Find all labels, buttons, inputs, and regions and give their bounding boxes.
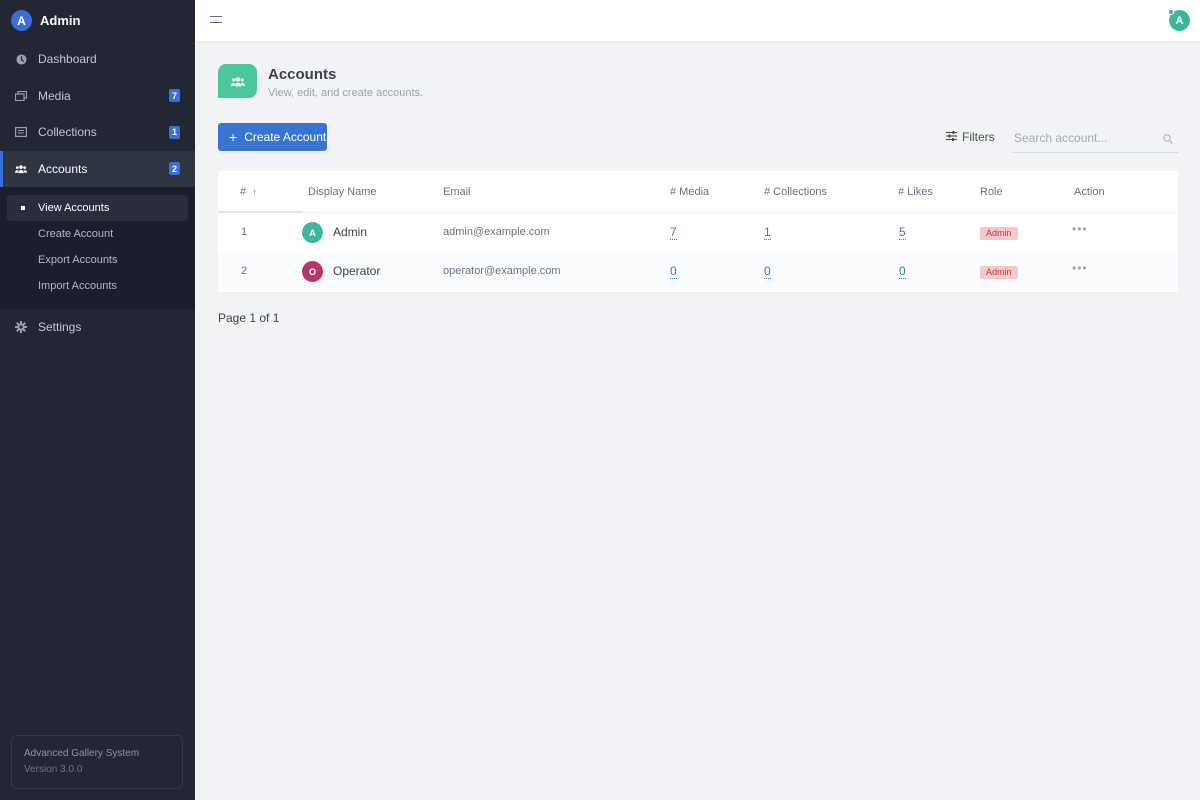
sidebar-item-label: Settings [38, 320, 82, 335]
active-dot-icon [21, 206, 25, 210]
media-count-badge: 7 [168, 89, 180, 103]
sidebar-item-label: Collections [38, 125, 97, 140]
media-count-link[interactable]: 0 [670, 265, 677, 279]
user-initial: A [1175, 14, 1184, 27]
sidebar-item-dashboard[interactable]: Dashboard [0, 41, 195, 78]
sidebar-item-media[interactable]: Media 7 [0, 78, 195, 115]
accounts-count-badge: 2 [168, 162, 180, 176]
avatar: O [302, 261, 323, 282]
display-name[interactable]: Operator [333, 264, 380, 278]
column-header-id[interactable]: # ↑ [240, 186, 257, 198]
sort-ascending-icon: ↑ [252, 187, 257, 197]
table-header: # ↑ Display Name Email # Media # Collect… [218, 171, 1178, 213]
submenu-item-label: View Accounts [38, 202, 110, 214]
more-actions-icon[interactable]: ••• [1072, 261, 1088, 275]
column-header-collections[interactable]: # Collections [764, 186, 827, 198]
online-status-icon [1168, 9, 1174, 15]
submenu-item-label: Import Accounts [38, 280, 117, 292]
row-id: 2 [241, 265, 248, 277]
media-count-link[interactable]: 7 [670, 226, 677, 240]
submenu-item-import-accounts[interactable]: Import Accounts [7, 273, 188, 299]
collections-count-badge: 1 [168, 125, 180, 139]
brand-name: Admin [40, 13, 81, 28]
sidebar-item-settings[interactable]: Settings [0, 309, 195, 346]
media-icon [15, 90, 27, 102]
role-badge: Admin [980, 266, 1018, 279]
topbar: A [195, 0, 1200, 41]
page-subtitle: View, edit, and create accounts. [268, 87, 424, 99]
table-row: 2 O Operator operator@example.com 0 0 0 … [218, 252, 1178, 291]
filters-button[interactable]: Filters [946, 130, 995, 144]
email: operator@example.com [443, 265, 561, 277]
gear-icon [15, 321, 27, 334]
sidebar-item-label: Accounts [38, 161, 88, 176]
submenu-item-label: Export Accounts [38, 254, 118, 266]
page-title: Accounts [268, 66, 337, 83]
app-version: Version 3.0.0 [24, 764, 83, 775]
pagination-info: Page 1 of 1 [218, 311, 280, 325]
collections-count-link[interactable]: 0 [764, 265, 771, 279]
create-account-label: Create Account [244, 130, 327, 144]
submenu-item-export-accounts[interactable]: Export Accounts [7, 247, 188, 273]
column-header-likes[interactable]: # Likes [898, 186, 933, 198]
column-header-role[interactable]: Role [980, 186, 1003, 198]
row-id: 1 [241, 226, 248, 238]
column-header-action: Action [1074, 186, 1105, 198]
brand[interactable]: A Admin [0, 0, 195, 41]
collections-icon [15, 126, 27, 138]
accounts-page-icon [218, 64, 257, 98]
submenu-item-create-account[interactable]: Create Account [7, 221, 188, 247]
dashboard-icon [15, 53, 27, 65]
column-header-media[interactable]: # Media [670, 186, 709, 198]
avatar: A [302, 222, 323, 243]
search-box [1013, 124, 1178, 153]
sidebar-item-accounts[interactable]: Accounts 2 [0, 150, 195, 187]
column-header-email[interactable]: Email [443, 186, 471, 198]
accounts-table: # ↑ Display Name Email # Media # Collect… [218, 171, 1178, 292]
accounts-submenu: View Accounts Create Account Export Acco… [0, 187, 195, 309]
create-account-button[interactable]: + Create Account [218, 123, 327, 151]
column-header-label: # [240, 186, 247, 198]
more-actions-icon[interactable]: ••• [1072, 222, 1088, 236]
role-badge: Admin [980, 227, 1018, 240]
sidebar: A Admin Dashboard Media 7 Collections 1 … [0, 0, 195, 800]
column-header-display-name[interactable]: Display Name [308, 186, 376, 198]
search-icon[interactable] [1163, 132, 1173, 147]
menu-toggle-icon[interactable] [210, 16, 222, 25]
sidebar-item-label: Media [38, 88, 71, 103]
sidebar-item-label: Dashboard [38, 52, 97, 67]
filters-label: Filters [962, 130, 995, 144]
filter-sliders-icon [946, 130, 957, 144]
sidebar-footer: Advanced Gallery System Version 3.0.0 [11, 735, 183, 789]
display-name[interactable]: Admin [333, 225, 367, 239]
likes-count-link[interactable]: 5 [899, 226, 906, 240]
submenu-item-label: Create Account [38, 228, 114, 240]
search-input[interactable] [1013, 124, 1153, 152]
table-row: 1 A Admin admin@example.com 7 1 5 Admin … [218, 213, 1178, 252]
brand-avatar: A [11, 10, 32, 31]
user-avatar[interactable]: A [1168, 9, 1190, 31]
submenu-item-view-accounts[interactable]: View Accounts [7, 195, 188, 221]
app-name: Advanced Gallery System [24, 748, 140, 759]
likes-count-link[interactable]: 0 [899, 265, 906, 279]
plus-icon: + [229, 129, 238, 145]
users-icon [15, 163, 27, 175]
collections-count-link[interactable]: 1 [764, 226, 771, 240]
sidebar-item-collections[interactable]: Collections 1 [0, 114, 195, 151]
email: admin@example.com [443, 226, 550, 238]
